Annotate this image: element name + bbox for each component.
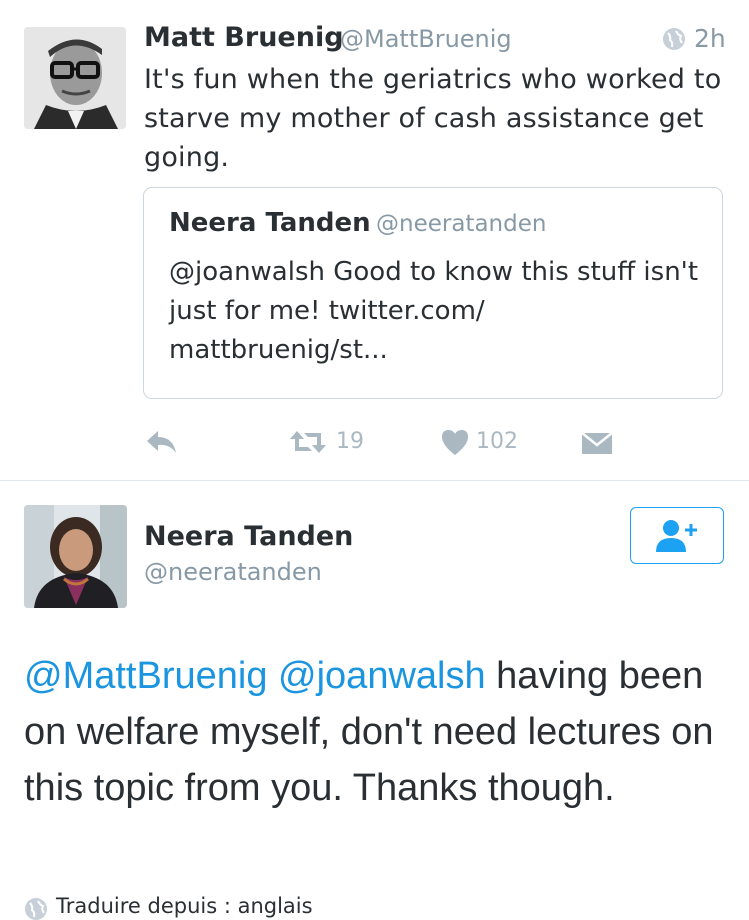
tweet-time: 2h: [694, 24, 726, 53]
mention-link[interactable]: @joanwalsh: [278, 655, 486, 697]
heart-icon[interactable]: [440, 428, 470, 456]
globe-icon: [25, 898, 47, 920]
mention-link[interactable]: @MattBruenig: [24, 655, 267, 697]
add-user-icon: [656, 520, 697, 552]
tweet-text: It's fun when the geriatrics who worked …: [144, 64, 722, 173]
tweet-actions: 19 102: [0, 420, 749, 466]
tweet-text: @MattBruenig @joanwalsh having been on w…: [24, 648, 724, 816]
author-handle[interactable]: @MattBruenig: [340, 25, 512, 53]
divider: [0, 480, 749, 481]
author-name[interactable]: Matt Bruenig: [144, 22, 344, 53]
follow-button[interactable]: [630, 507, 724, 564]
author-name[interactable]: Neera Tanden: [144, 521, 353, 552]
author-handle[interactable]: @neeratanden: [144, 558, 322, 586]
retweet-icon[interactable]: [288, 427, 328, 457]
retweet-count: 19: [336, 429, 364, 454]
globe-icon: [663, 28, 685, 50]
quoted-author-name: Neera Tanden: [169, 208, 371, 238]
tweet-detail-page: Matt Bruenig @MattBruenig 2h It's fun wh…: [0, 0, 749, 920]
direct-message-icon[interactable]: [581, 430, 613, 456]
avatar[interactable]: [24, 27, 126, 129]
quoted-tweet-text: @joanwalsh Good to know this stuff isn't…: [169, 257, 699, 365]
quoted-author-handle: @neeratanden: [376, 211, 547, 237]
avatar[interactable]: [24, 505, 127, 608]
translate-label: Traduire depuis : anglais: [56, 894, 313, 918]
quoted-tweet-card[interactable]: Neera Tanden @neeratanden @joanwalsh Goo…: [143, 187, 723, 399]
reply-icon[interactable]: [145, 428, 179, 456]
like-count: 102: [476, 429, 518, 454]
tweet-matt-bruenig[interactable]: Matt Bruenig @MattBruenig 2h It's fun wh…: [0, 0, 749, 480]
